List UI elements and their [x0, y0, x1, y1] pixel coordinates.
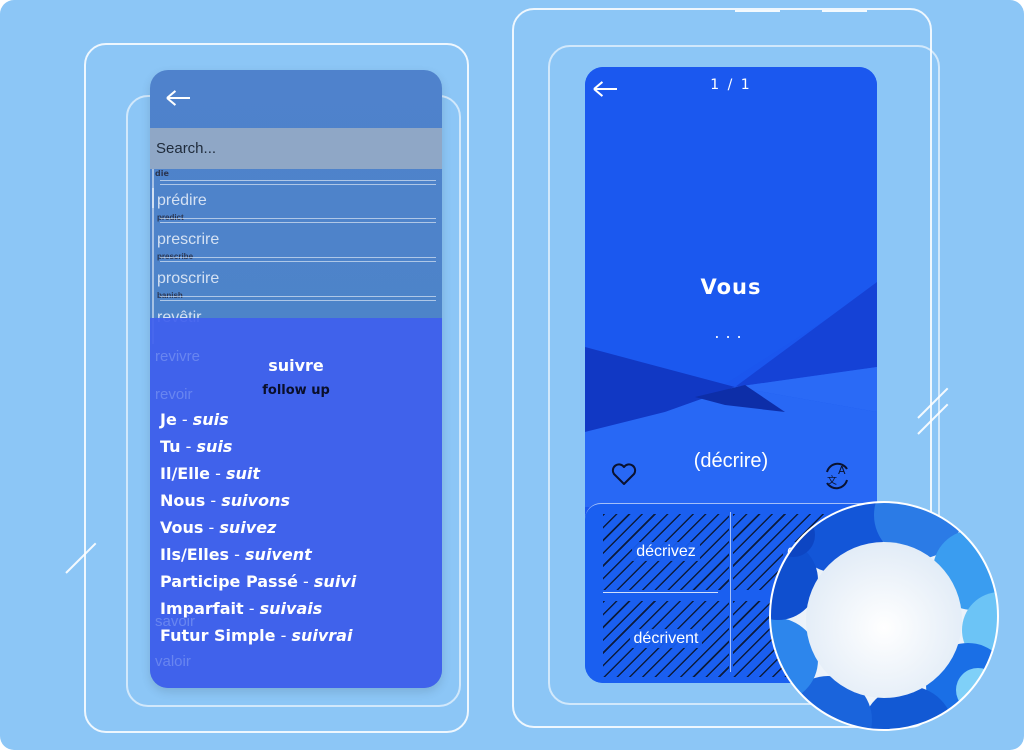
divider [730, 512, 731, 672]
conjugation-pronoun: Imparfait [160, 599, 244, 618]
conjugation-panel: revivre revoir savoir valoir suivre foll… [150, 318, 442, 688]
conjugation-row: Ils/Elles - suivent [160, 545, 312, 564]
conjugation-row: Imparfait - suivais [160, 599, 323, 618]
list-item-verb: proscrire [157, 270, 220, 287]
list-item[interactable]: prédire predict [152, 188, 442, 227]
conjugation-pronoun: Nous [160, 491, 206, 510]
svg-text:A: A [838, 464, 846, 477]
conjugation-pronoun: Je [160, 410, 177, 429]
conjugation-form: suivez [219, 518, 277, 537]
conjugation-form: suit [225, 464, 261, 483]
arrow-left-icon[interactable] [166, 88, 192, 108]
conjugation-form: suis [196, 437, 233, 456]
search-input[interactable] [150, 128, 442, 169]
heart-icon[interactable] [611, 463, 637, 487]
decor-dash [735, 10, 780, 12]
conjugation-pronoun: Il/Elle [160, 464, 211, 483]
conjugation-row: Participe Passé - suivi [160, 572, 357, 591]
list-item[interactable]: prescrire prescribe [152, 227, 442, 266]
conjugation-pronoun: Participe Passé [160, 572, 298, 591]
conjugation-pronoun: Futur Simple [160, 626, 276, 645]
answer-button[interactable]: décrivent [603, 601, 729, 677]
conjugation-form: suivrai [291, 626, 353, 645]
conjugation-row: Nous - suivons [160, 491, 290, 510]
svg-text:文: 文 [827, 474, 837, 487]
list-item[interactable]: proscrire banish [152, 266, 442, 305]
conjugation-list-screen: die prédire predict prescrire prescribe … [150, 70, 442, 688]
divider [603, 592, 718, 593]
conjugation-form: suivent [245, 545, 312, 564]
conjugation-verb-title: suivre [268, 356, 324, 375]
conjugation-pronoun: Vous [160, 518, 204, 537]
app-logo [769, 501, 999, 731]
conjugation-row: Vous - suivez [160, 518, 277, 537]
quiz-pronoun: Vous [700, 275, 762, 299]
question-counter: 1 / 1 [710, 77, 752, 93]
conjugation-form: suis [192, 410, 229, 429]
decor-dash [822, 10, 867, 12]
showcase-canvas: die prédire predict prescrire prescribe … [0, 0, 1024, 750]
list-item-verb: prescrire [157, 231, 220, 248]
conjugation-row: Tu - suis [160, 437, 233, 456]
conjugation-form: suivons [221, 491, 290, 510]
translate-icon[interactable]: A 文 [821, 460, 853, 492]
list-item-verb: prédire [157, 192, 207, 209]
conjugation-row: Je - suis [160, 410, 229, 429]
background-list-item: valoir [155, 653, 191, 670]
conjugation-form: suivi [313, 572, 357, 591]
answer-button[interactable]: décrivez [603, 514, 729, 590]
conjugation-form: suivais [259, 599, 323, 618]
conjugation-pronoun: Ils/Elles [160, 545, 230, 564]
conjugation-row: Futur Simple - suivrai [160, 626, 353, 645]
conjugation-pronoun: Tu [160, 437, 181, 456]
quiz-blank: ... [714, 323, 748, 342]
conjugation-row: Il/Elle - suit [160, 464, 261, 483]
conjugation-verb-translation: follow up [262, 383, 330, 398]
